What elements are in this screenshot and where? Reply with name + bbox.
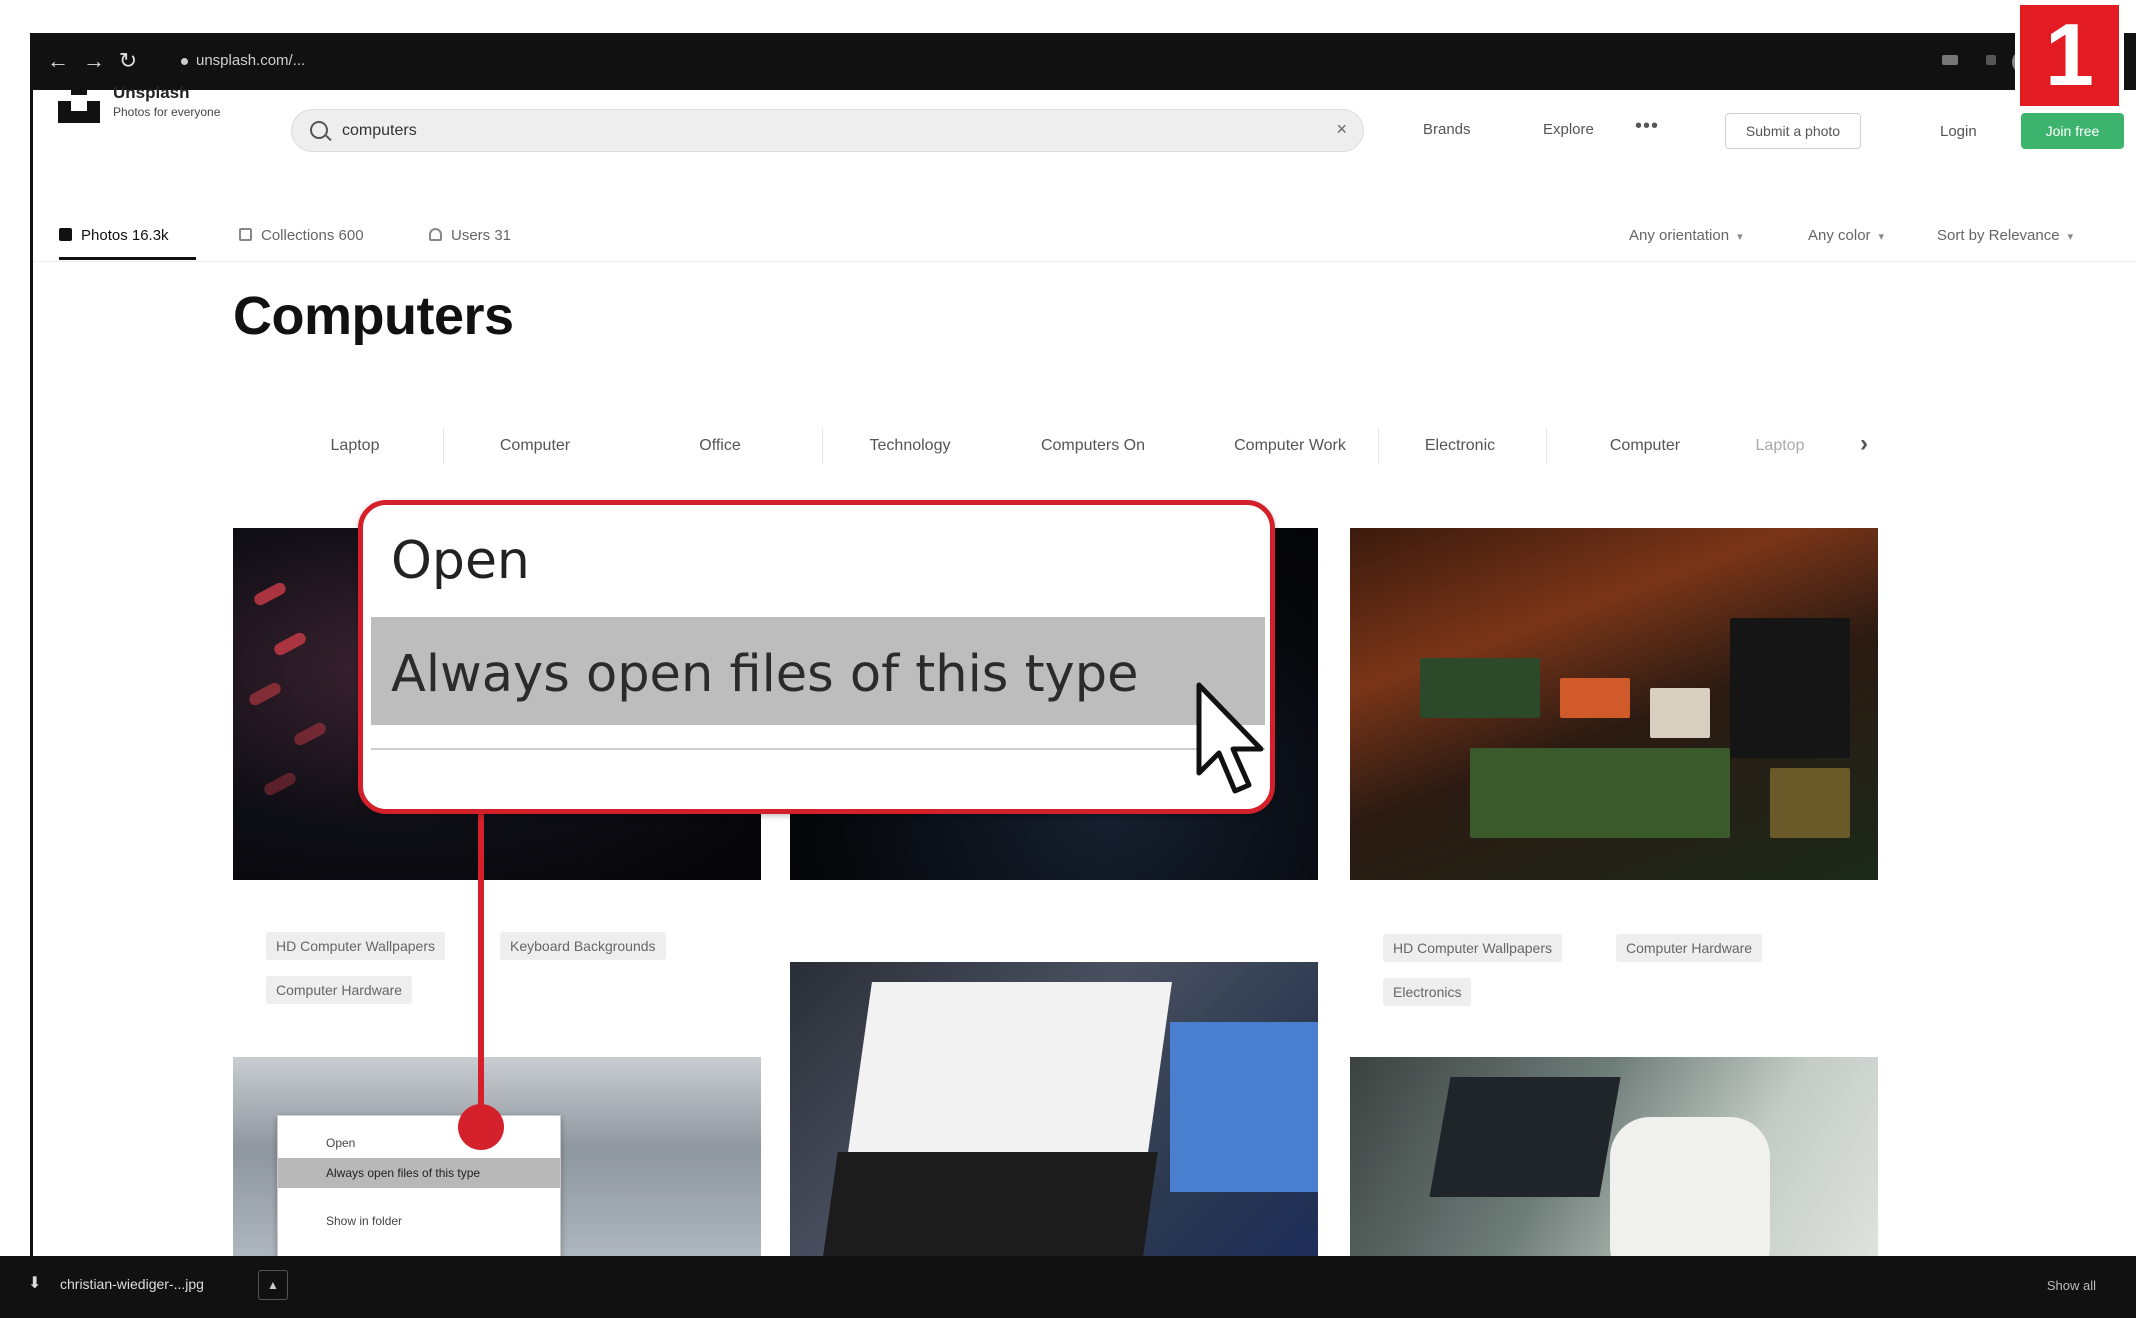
search-value: computers xyxy=(342,122,417,139)
related-chip[interactable]: Computer xyxy=(1570,418,1720,474)
photo-tag[interactable]: HD Computer Wallpapers xyxy=(1383,934,1562,962)
photo-tag[interactable]: HD Computer Wallpapers xyxy=(266,932,445,960)
join-free-button[interactable]: Join free xyxy=(2021,113,2124,149)
related-chip[interactable]: Computer Work xyxy=(1200,418,1380,474)
collections-icon xyxy=(239,228,252,241)
address-bar[interactable]: unsplash.com/... xyxy=(181,49,601,73)
photo-tag[interactable]: Electronics xyxy=(1383,978,1472,1006)
chip-divider xyxy=(822,428,823,464)
chevron-down-icon: ▾ xyxy=(1878,231,1885,243)
page-title: Computers xyxy=(233,286,514,346)
related-chip[interactable]: Computer xyxy=(460,418,610,474)
reload-icon[interactable]: ↻ xyxy=(113,46,143,76)
chevron-right-icon[interactable]: › xyxy=(1860,430,1868,458)
callout-open-item: Open xyxy=(391,531,530,591)
related-searches: Laptop Computer Office Technology Comput… xyxy=(280,418,1900,474)
address-text: unsplash.com/... xyxy=(196,52,306,69)
download-shelf: ⬇ christian-wiediger-...jpg ▲ Show all xyxy=(0,1256,2136,1318)
tab-users[interactable]: Users 31 xyxy=(429,227,511,244)
related-chip[interactable]: Office xyxy=(645,418,795,474)
callout-always-open-item: Always open files of this type xyxy=(371,617,1265,725)
chip-divider xyxy=(1546,428,1547,464)
forward-arrow-icon[interactable]: → xyxy=(79,46,109,76)
login-link[interactable]: Login xyxy=(1940,123,1977,140)
related-chip[interactable]: Laptop xyxy=(280,418,430,474)
show-all-link[interactable]: Show all xyxy=(2047,1278,2096,1293)
photo-tag[interactable]: Computer Hardware xyxy=(1616,934,1763,962)
callout-always-open-label: Always open files of this type xyxy=(391,645,1139,704)
callout-anchor-dot xyxy=(458,1104,504,1150)
brand-name: Unsplash xyxy=(113,83,190,102)
chip-divider xyxy=(443,428,444,464)
nav-explore[interactable]: Explore xyxy=(1543,121,1594,138)
photo-circuit-board[interactable] xyxy=(1350,528,1878,880)
tab-collections[interactable]: Collections 600 xyxy=(239,227,364,244)
submit-photo-button[interactable]: Submit a photo xyxy=(1725,113,1861,149)
color-filter[interactable]: Any color ▾ xyxy=(1808,227,1884,244)
chevron-up-icon[interactable]: ▲ xyxy=(258,1270,288,1300)
callout-connector-line xyxy=(478,800,484,1125)
clear-icon[interactable]: × xyxy=(1336,119,1347,140)
sort-filter[interactable]: Sort by Relevance ▾ xyxy=(1937,227,2073,244)
mouse-pointer-icon xyxy=(1196,682,1264,794)
photo-icon xyxy=(59,228,72,241)
callout-divider xyxy=(371,748,1265,750)
orientation-filter[interactable]: Any orientation ▾ xyxy=(1629,227,1743,244)
tab-photos[interactable]: Photos 16.3k xyxy=(59,227,169,244)
step-number-badge: 1 xyxy=(2015,0,2124,111)
zoom-callout: Open Always open files of this type xyxy=(358,500,1275,814)
menu-item-open[interactable]: Open xyxy=(278,1128,560,1158)
download-file-icon: ⬇ xyxy=(28,1275,42,1292)
chevron-down-icon: ▾ xyxy=(2067,231,2074,243)
download-filename[interactable]: christian-wiediger-...jpg xyxy=(60,1276,204,1292)
active-tab-indicator xyxy=(59,257,196,260)
lock-icon xyxy=(181,57,188,65)
user-icon xyxy=(429,228,442,241)
photo-tag[interactable]: Keyboard Backgrounds xyxy=(500,932,666,960)
photo-laptop-meeting[interactable] xyxy=(1350,1057,1878,1287)
chevron-down-icon: ▾ xyxy=(1737,231,1743,243)
back-arrow-icon[interactable]: ← xyxy=(43,46,73,76)
menu-item-show-in-folder[interactable]: Show in folder xyxy=(278,1206,560,1236)
brand-tagline: Photos for everyone xyxy=(113,105,221,119)
related-chip[interactable]: Electronic xyxy=(1385,418,1535,474)
unsplash-logo-icon[interactable] xyxy=(58,83,100,123)
extension-icon[interactable] xyxy=(1942,55,1958,65)
photo-tag[interactable]: Computer Hardware xyxy=(266,976,413,1004)
menu-item-always-open[interactable]: Always open files of this type xyxy=(278,1158,560,1188)
related-chip[interactable]: Computers On xyxy=(1008,418,1178,474)
nav-brands[interactable]: Brands xyxy=(1423,121,1471,138)
chip-divider xyxy=(1378,428,1379,464)
more-icon[interactable]: ••• xyxy=(1635,115,1659,138)
related-chip[interactable]: Technology xyxy=(835,418,985,474)
search-input[interactable]: computers × xyxy=(291,109,1364,152)
browser-toolbar: ← → ↻ unsplash.com/... xyxy=(33,33,2136,90)
extension-icon[interactable] xyxy=(1986,55,1996,65)
photo-laptop-typing[interactable] xyxy=(790,962,1318,1287)
related-chip[interactable]: Laptop xyxy=(1720,418,1840,474)
search-icon xyxy=(310,121,328,139)
search-tabs: Photos 16.3k Collections 600 Users 31 An… xyxy=(33,170,2136,262)
